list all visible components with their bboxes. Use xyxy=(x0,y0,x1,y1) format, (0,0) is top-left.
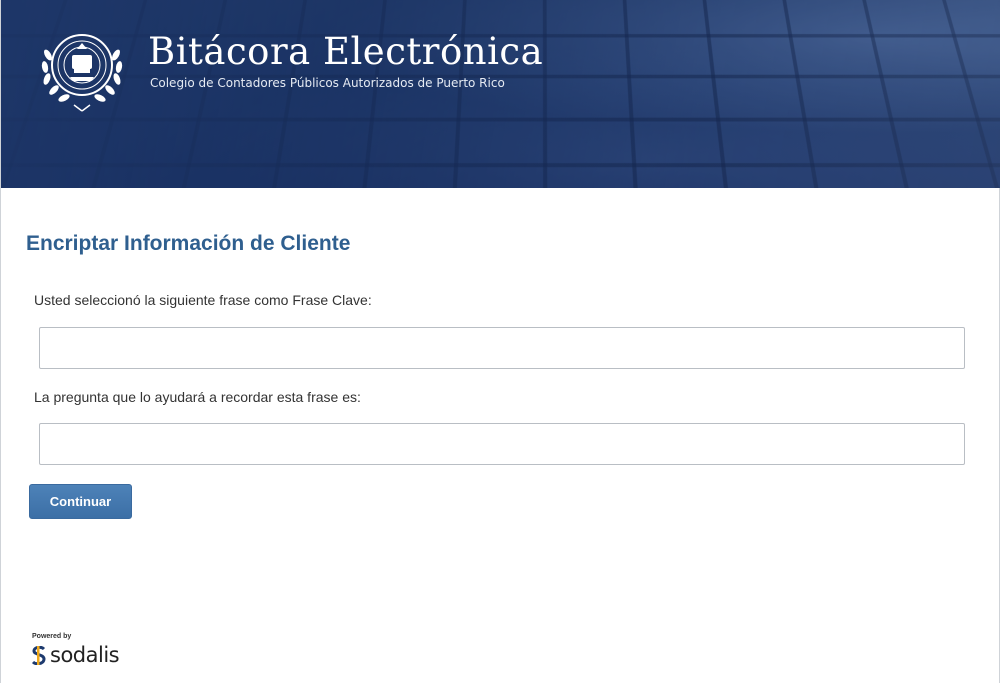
powered-by-label: Powered by xyxy=(32,633,72,640)
continue-button[interactable]: Continuar xyxy=(29,484,132,519)
page: Bitácora Electrónica Colegio de Contador… xyxy=(0,0,1000,683)
app-title: Bitácora Electrónica xyxy=(148,30,544,73)
app-subtitle: Colegio de Contadores Públicos Autorizad… xyxy=(150,76,505,90)
page-title: Encriptar Información de Cliente xyxy=(26,232,351,255)
reminder-question-field[interactable] xyxy=(39,423,965,465)
sodalis-logo: sodalis xyxy=(32,642,120,667)
reminder-question-label: La pregunta que lo ayudará a recordar es… xyxy=(34,389,361,405)
passphrase-field[interactable] xyxy=(39,327,965,369)
sodalis-mark-icon xyxy=(32,645,46,665)
sodalis-wordmark: sodalis xyxy=(50,642,120,667)
header-banner: Bitácora Electrónica Colegio de Contador… xyxy=(1,0,1000,188)
passphrase-label: Usted seleccionó la siguiente frase como… xyxy=(34,292,372,308)
seal-icon xyxy=(41,34,123,112)
